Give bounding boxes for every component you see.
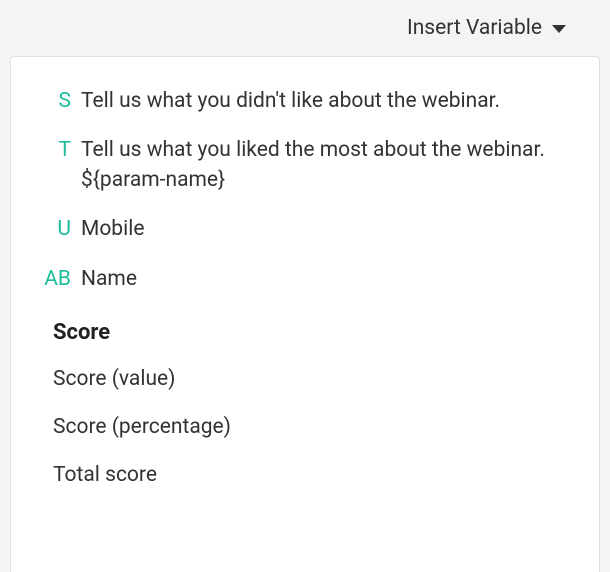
variable-item-u[interactable]: U Mobile xyxy=(11,205,599,254)
score-section-header: Score xyxy=(11,304,599,355)
score-item-value[interactable]: Score (value) xyxy=(11,355,599,403)
variable-letter: AB xyxy=(41,265,71,294)
variable-item-ab[interactable]: AB Name xyxy=(11,255,599,304)
variable-letter: T xyxy=(53,136,71,165)
toolbar: Insert Variable xyxy=(0,0,610,56)
insert-variable-button[interactable]: Insert Variable xyxy=(407,16,566,40)
variable-item-s[interactable]: S Tell us what you didn't like about the… xyxy=(11,77,599,126)
score-item-total[interactable]: Total score xyxy=(11,451,599,499)
variable-text: Tell us what you didn't like about the w… xyxy=(81,87,500,116)
variable-letter: U xyxy=(53,215,71,244)
score-item-percentage[interactable]: Score (percentage) xyxy=(11,403,599,451)
variable-dropdown: S Tell us what you didn't like about the… xyxy=(10,56,600,572)
insert-variable-label: Insert Variable xyxy=(407,16,542,40)
chevron-down-icon xyxy=(552,25,566,33)
variable-text: Name xyxy=(81,265,137,294)
variable-text: Mobile xyxy=(81,215,144,244)
variable-letter: S xyxy=(53,87,71,116)
variable-text: Tell us what you liked the most about th… xyxy=(81,136,565,195)
variable-item-t[interactable]: T Tell us what you liked the most about … xyxy=(11,126,599,205)
